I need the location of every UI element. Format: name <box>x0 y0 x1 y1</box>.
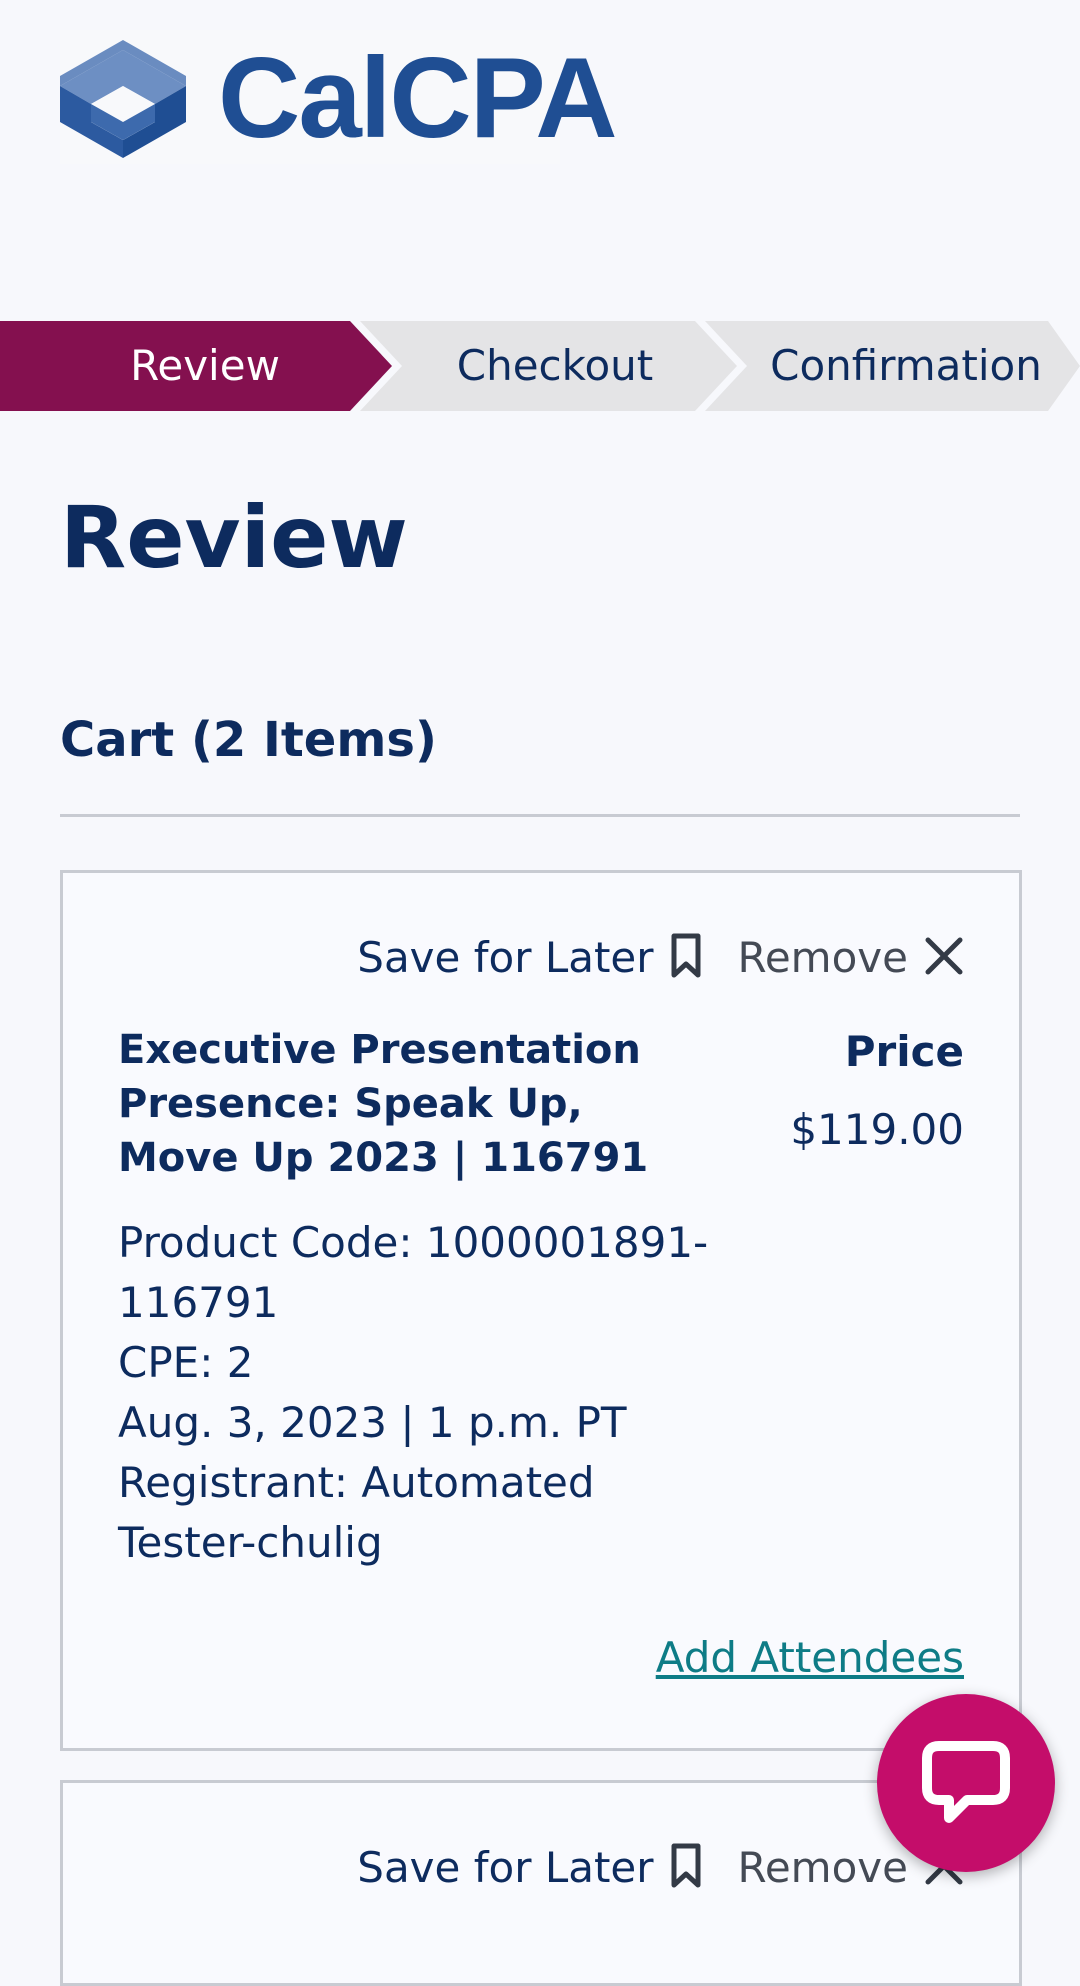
cart-divider <box>60 814 1020 817</box>
bookmark-icon <box>670 933 702 983</box>
logo-text: CalCPA <box>218 35 618 162</box>
remove-label: Remove <box>737 933 908 982</box>
save-for-later-label: Save for Later <box>357 933 654 982</box>
checkout-steps: Review Checkout Confirmation <box>0 321 1080 411</box>
bookmark-icon <box>670 1843 702 1893</box>
cart-item-actions: Save for Later Remove <box>357 1838 964 1898</box>
registrant-name: Tester-chulig <box>118 1518 383 1567</box>
save-for-later-button[interactable]: Save for Later <box>357 1838 701 1898</box>
event-date: Aug. 3, 2023 | 1 p.m. PT <box>118 1398 627 1447</box>
cart-item-details: Product Code: 1000001891- 116791 CPE: 2 … <box>118 1213 718 1573</box>
calcpa-logo[interactable]: CalCPA <box>60 30 618 164</box>
cart-item-card: Save for Later Remove <box>60 1780 1022 1986</box>
step-review[interactable]: Review <box>70 321 340 411</box>
item-price: $119.00 <box>790 1105 964 1154</box>
cart-item-card: Save for Later Remove Executive Presenta… <box>60 870 1022 1751</box>
product-code-continued: 116791 <box>118 1278 279 1327</box>
cart-item-title: Executive Presentation Presence: Speak U… <box>118 1027 649 1181</box>
cpe-credits: CPE: 2 <box>118 1338 254 1387</box>
remove-label: Remove <box>737 1843 908 1892</box>
page-title: Review <box>60 488 408 588</box>
close-icon <box>924 936 964 980</box>
cart-item-actions: Save for Later Remove <box>357 928 964 988</box>
calcpa-logo-mark-icon <box>60 40 186 158</box>
save-for-later-button[interactable]: Save for Later <box>357 928 701 988</box>
step-checkout[interactable]: Checkout <box>405 321 705 411</box>
chat-button[interactable] <box>877 1694 1055 1872</box>
add-attendees-link[interactable]: Add Attendees <box>656 1628 964 1688</box>
remove-button[interactable]: Remove <box>738 928 964 988</box>
step-confirmation[interactable]: Confirmation <box>750 321 1062 411</box>
save-for-later-label: Save for Later <box>357 1843 654 1892</box>
price-label: Price <box>844 1027 964 1076</box>
registrant: Registrant: Automated <box>118 1458 595 1507</box>
chat-icon <box>922 1741 1010 1823</box>
product-code: Product Code: 1000001891- <box>118 1218 709 1267</box>
cart-heading: Cart (2 Items) <box>60 712 437 768</box>
